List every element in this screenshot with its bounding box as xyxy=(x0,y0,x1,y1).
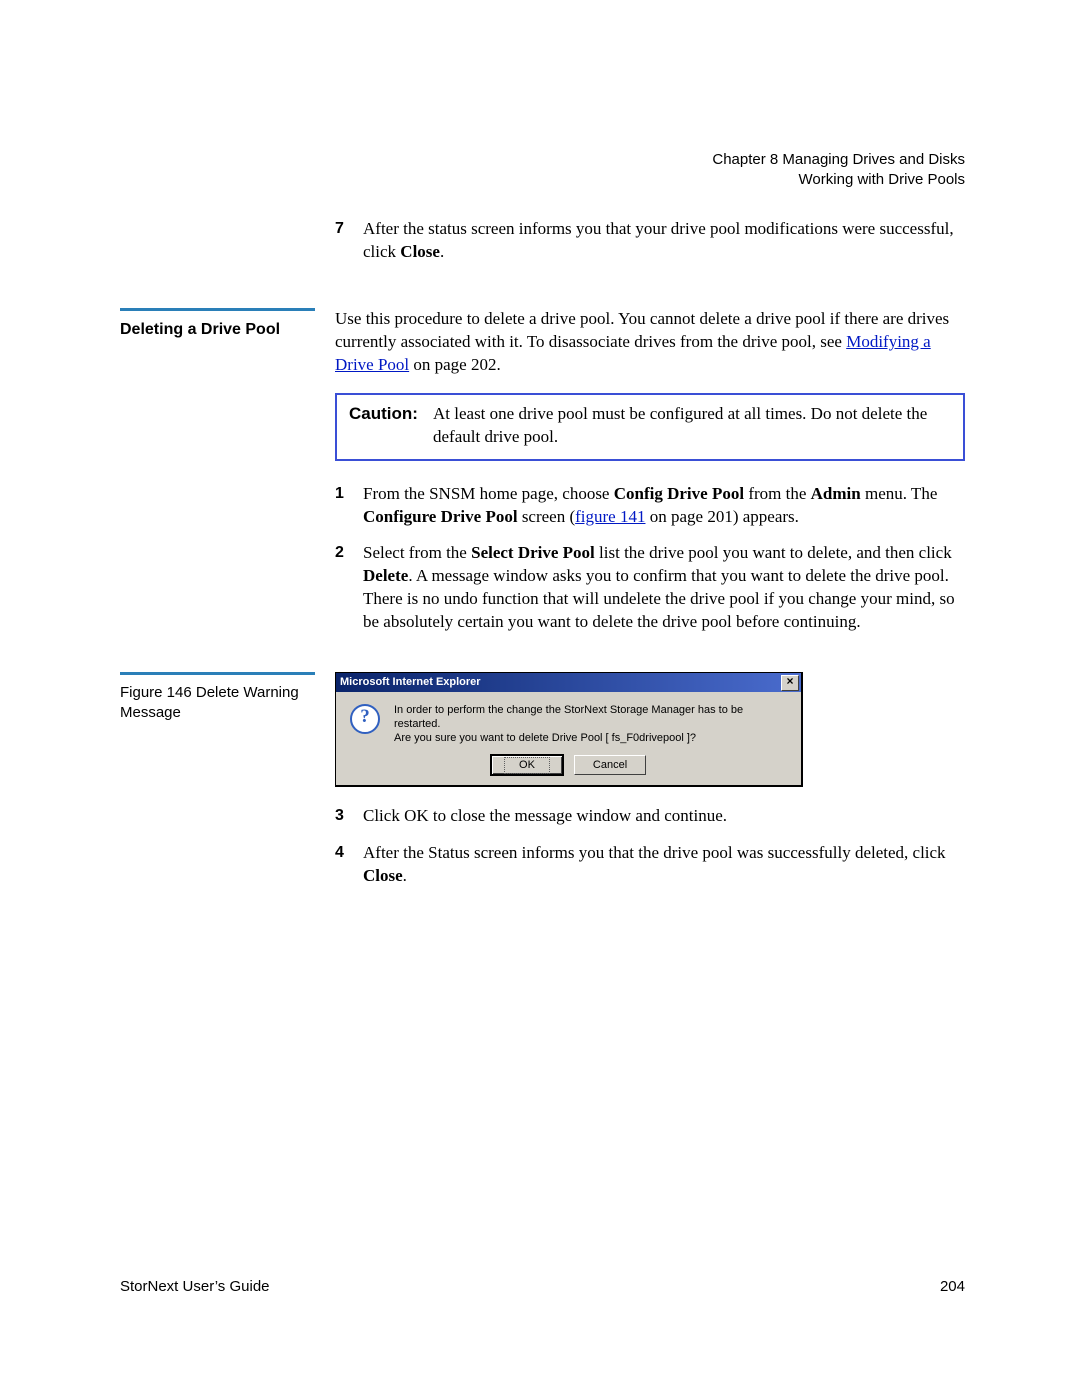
page-footer: StorNext User’s Guide 204 xyxy=(120,1277,965,1297)
delete-warning-dialog: Microsoft Internet Explorer × ? In order… xyxy=(335,672,803,787)
step-text: Click OK to close the message window and… xyxy=(363,805,965,828)
step-number: 7 xyxy=(335,218,363,264)
dialog-titlebar: Microsoft Internet Explorer × xyxy=(336,673,801,692)
cancel-button[interactable]: Cancel xyxy=(574,755,646,775)
section-rule xyxy=(120,308,315,311)
step-text: Select from the Select Drive Pool list t… xyxy=(363,542,965,634)
question-icon: ? xyxy=(350,704,380,734)
step-7: 7 After the status screen informs you th… xyxy=(335,218,965,264)
step-2: 2 Select from the Select Drive Pool list… xyxy=(335,542,965,634)
step-number: 2 xyxy=(335,542,363,634)
step-4: 4 After the Status screen informs you th… xyxy=(335,842,965,888)
step-number: 1 xyxy=(335,483,363,529)
caution-label: Caution: xyxy=(349,403,433,449)
dialog-button-row: OK Cancel xyxy=(336,749,801,785)
page-header: Chapter 8 Managing Drives and Disks Work… xyxy=(712,150,965,191)
section-deleting-drive-pool: Deleting a Drive Pool Use this procedure… xyxy=(120,308,965,648)
section-label: Working with Drive Pools xyxy=(712,170,965,190)
figure-caption: Figure 146 Delete Warning Message xyxy=(120,683,325,724)
document-page: Chapter 8 Managing Drives and Disks Work… xyxy=(0,0,1080,1397)
step-number: 3 xyxy=(335,805,363,828)
page-content: 7 After the status screen informs you th… xyxy=(120,218,965,902)
link-figure-141[interactable]: figure 141 xyxy=(575,507,645,526)
intro-paragraph: Use this procedure to delete a drive poo… xyxy=(335,308,965,377)
chapter-label: Chapter 8 Managing Drives and Disks xyxy=(712,150,965,170)
row-step-7: 7 After the status screen informs you th… xyxy=(120,218,965,278)
step-number: 4 xyxy=(335,842,363,888)
figure-146-row: Figure 146 Delete Warning Message Micros… xyxy=(120,672,965,902)
close-icon[interactable]: × xyxy=(781,675,799,691)
step-text: After the Status screen informs you that… xyxy=(363,842,965,888)
step-text: From the SNSM home page, choose Config D… xyxy=(363,483,965,529)
dialog-title: Microsoft Internet Explorer xyxy=(340,675,481,690)
step-1: 1 From the SNSM home page, choose Config… xyxy=(335,483,965,529)
footer-title: StorNext User’s Guide xyxy=(120,1277,270,1297)
figure-rule xyxy=(120,672,315,675)
section-heading: Deleting a Drive Pool xyxy=(120,319,325,341)
page-number: 204 xyxy=(940,1277,965,1297)
caution-box: Caution: At least one drive pool must be… xyxy=(335,393,965,461)
caution-text: At least one drive pool must be configur… xyxy=(433,403,951,449)
dialog-message: In order to perform the change the StorN… xyxy=(394,704,791,745)
step-3: 3 Click OK to close the message window a… xyxy=(335,805,965,828)
step-text: After the status screen informs you that… xyxy=(363,218,965,264)
ok-button[interactable]: OK xyxy=(491,755,563,775)
